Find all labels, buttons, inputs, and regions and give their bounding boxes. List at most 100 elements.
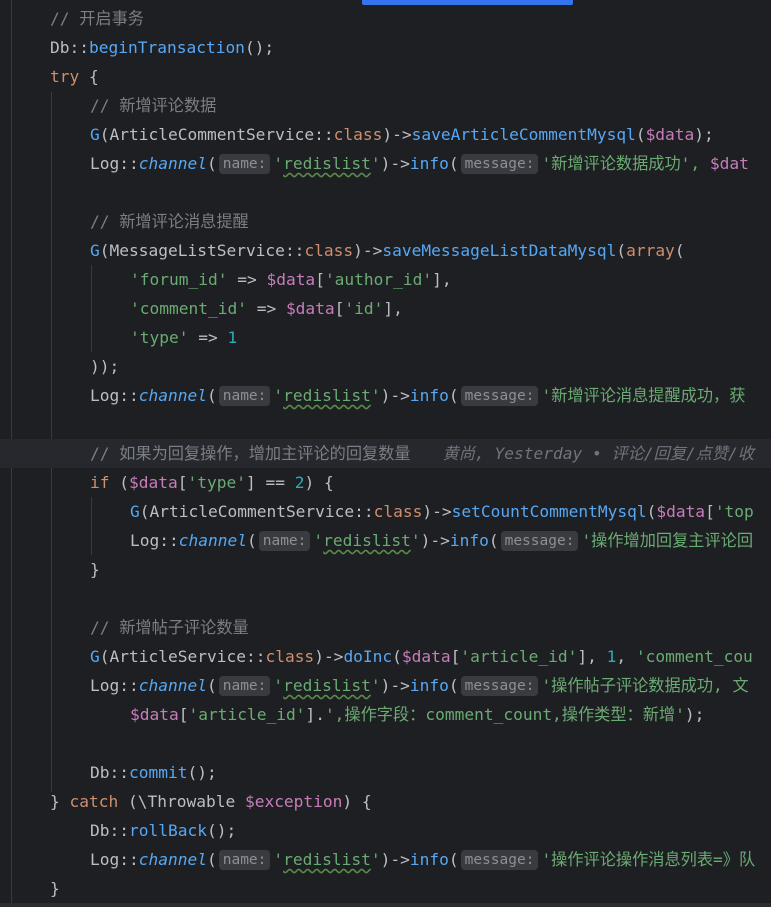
comment: // 新增帖子评论数量 [90,618,249,637]
string-literal: '操作评论操作消息列表=》队 [541,850,756,869]
method-call: channel [138,154,207,173]
arrow-operator: -> [390,676,410,695]
punctuation: ( [118,792,138,811]
code-line[interactable]: Db::rollBack(); [0,816,771,845]
string-literal: redislist [283,676,371,695]
code-line[interactable]: Log::channel(name:'redislist')->info(mes… [0,526,771,555]
variable: $exception [244,792,343,811]
string-quote: ' [410,531,421,550]
code-line[interactable]: )); [0,352,771,381]
scope-operator: :: [354,502,374,521]
code-line[interactable]: 'comment_id' => $data['id'], [0,294,771,323]
string-quote: ' [273,386,284,405]
code-line[interactable]: G(MessageListService::class)->saveMessag… [0,236,771,265]
scope-operator: :: [109,821,130,840]
code-line[interactable]: Log::channel(name:'redislist')->info(mes… [0,381,771,410]
code-line[interactable]: // 开启事务 [0,4,771,33]
punctuation: , [441,270,452,289]
method-call: channel [178,531,247,550]
comment: // 如果为回复操作，增加主评论的回复数量 [90,444,411,463]
code-line[interactable]: Log::channel(name:'redislist')->info(mes… [0,845,771,874]
code-line[interactable]: G(ArticleCommentService::class)->setCoun… [0,497,771,526]
punctuation: ] [577,647,588,666]
code-line-current[interactable]: // 如果为回复操作，增加主评论的回复数量 黄尚, Yesterday • 评论/… [0,439,771,468]
punctuation: ) [380,154,391,173]
method-call: info [409,154,449,173]
parameter-hint: name: [218,154,271,174]
punctuation: , [587,647,607,666]
class-ref: Db [90,821,110,840]
punctuation: (); [244,38,275,57]
code-line[interactable]: } [0,555,771,584]
code-line[interactable]: Db::commit(); [0,758,771,787]
class-ref: Log [130,531,160,550]
punctuation: } [50,792,70,811]
code-line[interactable]: Db::beginTransaction(); [0,33,771,62]
code-line[interactable]: G(ArticleCommentService::class)->saveArt… [0,120,771,149]
variable: $data [645,125,695,144]
code-line[interactable]: } catch (\Throwable $exception) { [0,787,771,816]
punctuation: ( [206,154,217,173]
class-ref: MessageListService [109,241,285,260]
punctuation: , [616,647,636,666]
class-ref: Log [90,154,120,173]
punctuation: ( [635,125,646,144]
editor-bottom-edge [0,903,771,907]
punctuation: ) [342,792,353,811]
scope-operator: :: [284,241,305,260]
string-quote: ' [273,676,284,695]
punctuation: ) [382,125,393,144]
arrow-operator: -> [392,125,412,144]
code-line[interactable]: // 新增评论数据 [0,91,771,120]
code-line[interactable]: 'forum_id' => $data['author_id'], [0,265,771,294]
punctuation: ( [206,676,217,695]
code-line[interactable]: try { [0,62,771,91]
variable: $data [129,473,178,492]
scope-operator: :: [119,386,139,405]
code-line[interactable]: if ($data['type'] == 2) { [0,468,771,497]
method-call: channel [138,850,207,869]
operator: => [227,270,267,289]
punctuation: ); [684,705,705,724]
string-literal: 'type' [187,473,246,492]
arrow-operator: -> [390,386,410,405]
class-ref: Log [90,676,120,695]
operator: . [315,705,325,724]
string-literal: ',操作字段：comment_count,操作类型：新增' [324,705,685,724]
string-literal: 'type' [130,328,189,347]
variable: $data [130,705,179,724]
function-call: G [130,502,140,521]
punctuation: [ [705,502,715,521]
punctuation: { [352,792,372,811]
code-editor[interactable]: // 开启事务 Db::beginTransaction(); try { //… [0,0,771,907]
punctuation: ( [99,125,110,144]
punctuation: ) [380,386,391,405]
scope-operator: :: [159,531,179,550]
keyword: try [50,67,80,86]
git-blame-annotation[interactable]: 黄尚, Yesterday • 评论/回复/点赞/收 [443,444,754,463]
string-literal: redislist [283,850,371,869]
string-quote: ' [273,850,284,869]
punctuation: } [50,879,60,898]
number-literal: 1 [227,328,238,347]
parameter-hint: message: [460,676,539,696]
code-line[interactable]: G(ArticleService::class)->doInc($data['a… [0,642,771,671]
string-quote: ' [313,531,324,550]
code-line[interactable]: // 新增评论消息提醒 [0,207,771,236]
string-quote: ' [370,850,381,869]
code-line[interactable]: Log::channel(name:'redislist')->info(mes… [0,671,771,700]
string-literal: redislist [283,154,371,173]
punctuation: ) [353,241,363,260]
code-line[interactable]: 'type' => 1 [0,323,771,352]
punctuation: ) [380,850,391,869]
code-line[interactable]: // 新增帖子评论数量 [0,613,771,642]
code-line[interactable]: } [0,874,771,903]
class-ref: ArticleCommentService [109,125,315,144]
class-ref: ArticleService [109,647,246,666]
code-line[interactable]: Log::channel(name:'redislist')->info(mes… [0,149,771,178]
class-ref: Db [90,763,110,782]
punctuation: (); [206,821,237,840]
punctuation: { [314,473,334,492]
code-line[interactable]: $data['article_id'].',操作字段：comment_count… [0,700,771,729]
scope-operator: :: [314,125,334,144]
